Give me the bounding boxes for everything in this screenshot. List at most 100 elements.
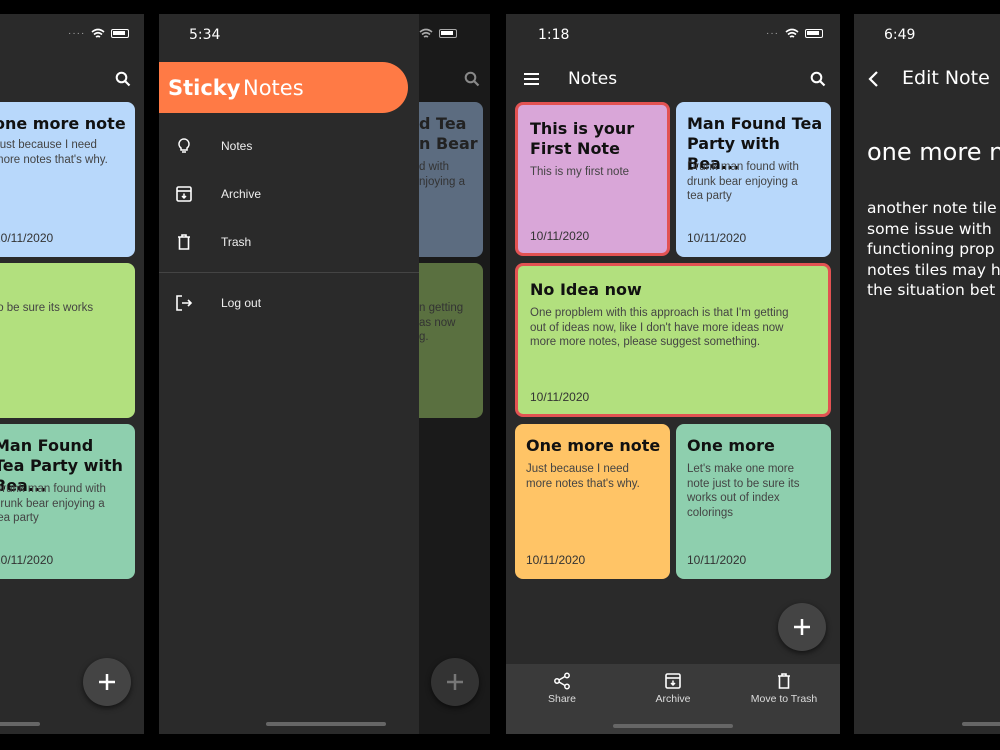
drawer-item-logout[interactable]: Log out bbox=[159, 283, 419, 323]
note-card[interactable]: One more Let's make one more note just t… bbox=[676, 424, 831, 579]
status-time: 6:49 bbox=[884, 27, 916, 43]
note-title: This is your First Note bbox=[530, 119, 635, 158]
drawer-item-label: Log out bbox=[221, 296, 262, 310]
action-label: Share bbox=[547, 693, 577, 705]
drawer-item-label: Archive bbox=[221, 187, 262, 201]
add-note-button bbox=[431, 658, 479, 706]
search-icon bbox=[461, 68, 483, 90]
note-date: 10/11/2020 bbox=[687, 231, 747, 245]
note-card[interactable]: One more note Just because I need more n… bbox=[515, 424, 670, 579]
page-title: Edit Note bbox=[902, 67, 990, 89]
signal-icon: ···· bbox=[68, 28, 86, 39]
signal-icon: ··· bbox=[766, 28, 779, 39]
note-body: d with njoying a bbox=[419, 161, 466, 188]
add-note-button[interactable] bbox=[83, 658, 131, 706]
note-card[interactable]: This is your First Note This is my first… bbox=[515, 102, 670, 256]
drawer-header-brand: Sticky Notes bbox=[159, 62, 408, 113]
note-date: 10/11/2020 bbox=[687, 553, 747, 567]
note-body: One propblem with this approach is that … bbox=[530, 307, 789, 348]
navigation-drawer: 5:34 Sticky Notes Notes Archive Trash Lo… bbox=[159, 14, 419, 734]
note-date: 10/11/2020 bbox=[530, 390, 590, 404]
status-time: 5:34 bbox=[189, 27, 221, 43]
note-body: Drunk man found with drunk bear enjoying… bbox=[687, 161, 799, 202]
page-title: Notes bbox=[568, 69, 618, 89]
archive-button[interactable]: Archive bbox=[628, 672, 718, 705]
action-label: Archive bbox=[655, 693, 691, 705]
lightbulb-icon bbox=[178, 138, 190, 153]
note-date: 10/11/2020 bbox=[530, 229, 590, 243]
note-title: One more note bbox=[526, 436, 661, 455]
body-line: notes tiles may h bbox=[867, 260, 1000, 279]
search-icon[interactable] bbox=[807, 68, 829, 90]
note-body: Drunk man found with drunk bear enjoying… bbox=[0, 483, 106, 524]
note-body-field[interactable]: another note tile some issue with functi… bbox=[867, 198, 1000, 301]
drawer-item-label: Notes bbox=[221, 139, 253, 153]
phone-screen-notes-selection: 1:18 ··· Notes This is your First Note T… bbox=[506, 14, 840, 734]
share-icon bbox=[554, 672, 570, 690]
home-indicator bbox=[613, 724, 733, 728]
action-label: Move to Trash bbox=[750, 693, 818, 705]
note-card[interactable]: Man Found Tea Party with Bea... Drunk ma… bbox=[0, 424, 135, 579]
wifi-icon bbox=[785, 28, 799, 38]
note-card: d Tea n Bear d with njoying a bbox=[409, 102, 483, 257]
note-card[interactable]: Man Found Tea Party with Bea... Drunk ma… bbox=[676, 102, 831, 257]
note-body: This is my first note bbox=[530, 166, 630, 178]
note-title-field[interactable]: one more n bbox=[867, 138, 1000, 166]
brand-name-part1: Sticky bbox=[168, 76, 241, 100]
drawer-item-label: Trash bbox=[221, 235, 252, 249]
brand-name-part2: Notes bbox=[243, 76, 304, 100]
note-card[interactable]: one more note Just because I need more n… bbox=[0, 102, 135, 257]
archive-icon bbox=[665, 673, 681, 689]
home-indicator bbox=[0, 722, 40, 726]
plus-icon bbox=[794, 619, 810, 635]
note-body: Let's make one more note just to be sure… bbox=[687, 463, 800, 519]
battery-icon bbox=[805, 29, 823, 38]
note-title: d Tea n Bear bbox=[419, 114, 478, 153]
wifi-icon bbox=[419, 28, 433, 38]
logout-icon bbox=[176, 295, 193, 311]
archive-icon bbox=[176, 186, 192, 202]
status-bar-icons: ···· bbox=[68, 28, 130, 39]
drawer-item-notes[interactable]: Notes bbox=[159, 126, 419, 166]
drawer-item-archive[interactable]: Archive bbox=[159, 174, 419, 214]
plus-icon bbox=[99, 674, 115, 690]
battery-icon bbox=[111, 29, 130, 38]
note-body: n getting as now g. bbox=[419, 302, 464, 343]
trash-icon bbox=[178, 234, 190, 250]
share-button[interactable]: Share bbox=[517, 672, 607, 705]
phone-screen-notes-grid-cropped: ···· one more note Just because I need m… bbox=[0, 14, 144, 734]
note-card[interactable]: to be sure its works bbox=[0, 263, 135, 418]
status-bar-icons: ··· bbox=[766, 28, 823, 39]
note-card: n getting as now g. bbox=[409, 263, 483, 418]
status-time: 1:18 bbox=[538, 27, 570, 43]
add-note-button[interactable] bbox=[778, 603, 826, 651]
phone-screen-edit-note: 6:49 Edit Note one more n another note t… bbox=[854, 14, 1000, 734]
note-card[interactable]: No Idea now One propblem with this appro… bbox=[515, 263, 831, 417]
move-to-trash-button[interactable]: Move to Trash bbox=[739, 672, 829, 705]
drawer-item-trash[interactable]: Trash bbox=[159, 222, 419, 262]
note-body: to be sure its works bbox=[0, 302, 94, 314]
bottom-action-bar: Share Archive Move to Trash bbox=[506, 664, 840, 734]
note-date: 10/11/2020 bbox=[526, 553, 586, 567]
body-line: the situation bet bbox=[867, 281, 996, 299]
drawer-divider bbox=[159, 272, 419, 273]
back-icon[interactable] bbox=[862, 68, 884, 90]
note-title: No Idea now bbox=[530, 280, 642, 299]
wifi-icon bbox=[91, 28, 105, 38]
note-body: Just because I need more notes that's wh… bbox=[526, 463, 640, 490]
note-title: one more note bbox=[0, 114, 126, 133]
body-line: functioning prop bbox=[867, 240, 995, 258]
note-date: 10/11/2020 bbox=[0, 231, 54, 245]
search-icon[interactable] bbox=[112, 68, 134, 90]
battery-icon bbox=[439, 29, 457, 38]
body-line: another note tile bbox=[867, 199, 997, 217]
menu-icon[interactable] bbox=[520, 68, 542, 90]
status-bar-icons bbox=[419, 28, 457, 39]
note-body: Just because I need more notes that's wh… bbox=[0, 139, 108, 166]
home-indicator bbox=[266, 722, 386, 726]
body-line: some issue with bbox=[867, 219, 992, 238]
plus-icon bbox=[447, 674, 463, 690]
background-notes-area: d Tea n Bear d with njoying a n getting … bbox=[409, 14, 490, 734]
trash-icon bbox=[778, 673, 790, 689]
home-indicator bbox=[962, 722, 1000, 726]
